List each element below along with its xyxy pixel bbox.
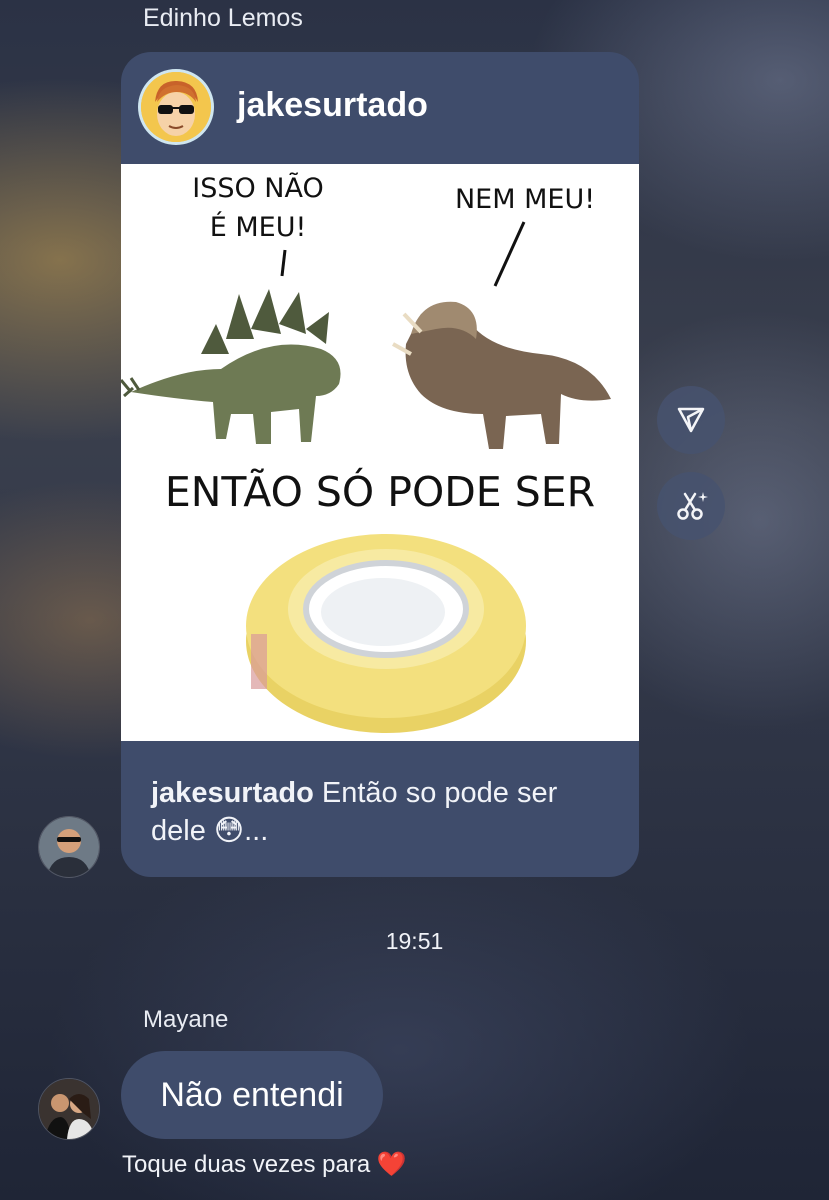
post-caption: jakesurtado Então so pode ser dele 😳... [151,774,611,850]
profile-avatar[interactable] [141,72,211,142]
share-button[interactable] [657,386,725,454]
meme-text-left-top: ISSO NÃO [192,172,324,204]
couple-photo-icon [39,1079,99,1139]
meme-text-left-bottom: É MEU! [210,211,307,243]
post-header[interactable]: jakesurtado [121,52,639,164]
meme-text-middle: ENTÃO SÓ PODE SER [165,468,595,516]
ai-scissors-icon [677,492,708,520]
triceratops-illustration [392,301,611,449]
message-timestamp: 19:51 [385,928,444,954]
cartoon-face-icon [141,72,211,142]
meme-image[interactable]: ISSO NÃO É MEU! NEM MEU! ENTÃO SÓ PODE S… [121,164,639,741]
tape-roll-illustration [246,534,526,733]
caption-username[interactable]: jakesurtado [151,777,314,809]
shared-post-card[interactable]: jakesurtado ISSO NÃO É MEU! NEM MEU! ENT… [121,52,639,877]
sender-avatar[interactable] [38,816,100,878]
message-bubble[interactable]: Não entendi [121,1051,383,1139]
user-photo-icon [39,817,99,877]
sender-name: Mayane [143,1006,229,1033]
send-icon [677,407,705,433]
stegosaurus-illustration [121,289,341,444]
post-username[interactable]: jakesurtado [237,86,428,125]
meme-text-right: NEM MEU! [455,184,595,215]
ai-edit-button[interactable] [657,472,725,540]
sender-name: Edinho Lemos [143,4,303,32]
sender-avatar[interactable] [38,1078,100,1140]
double-tap-hint: Toque duas vezes para ❤️ [122,1151,407,1178]
